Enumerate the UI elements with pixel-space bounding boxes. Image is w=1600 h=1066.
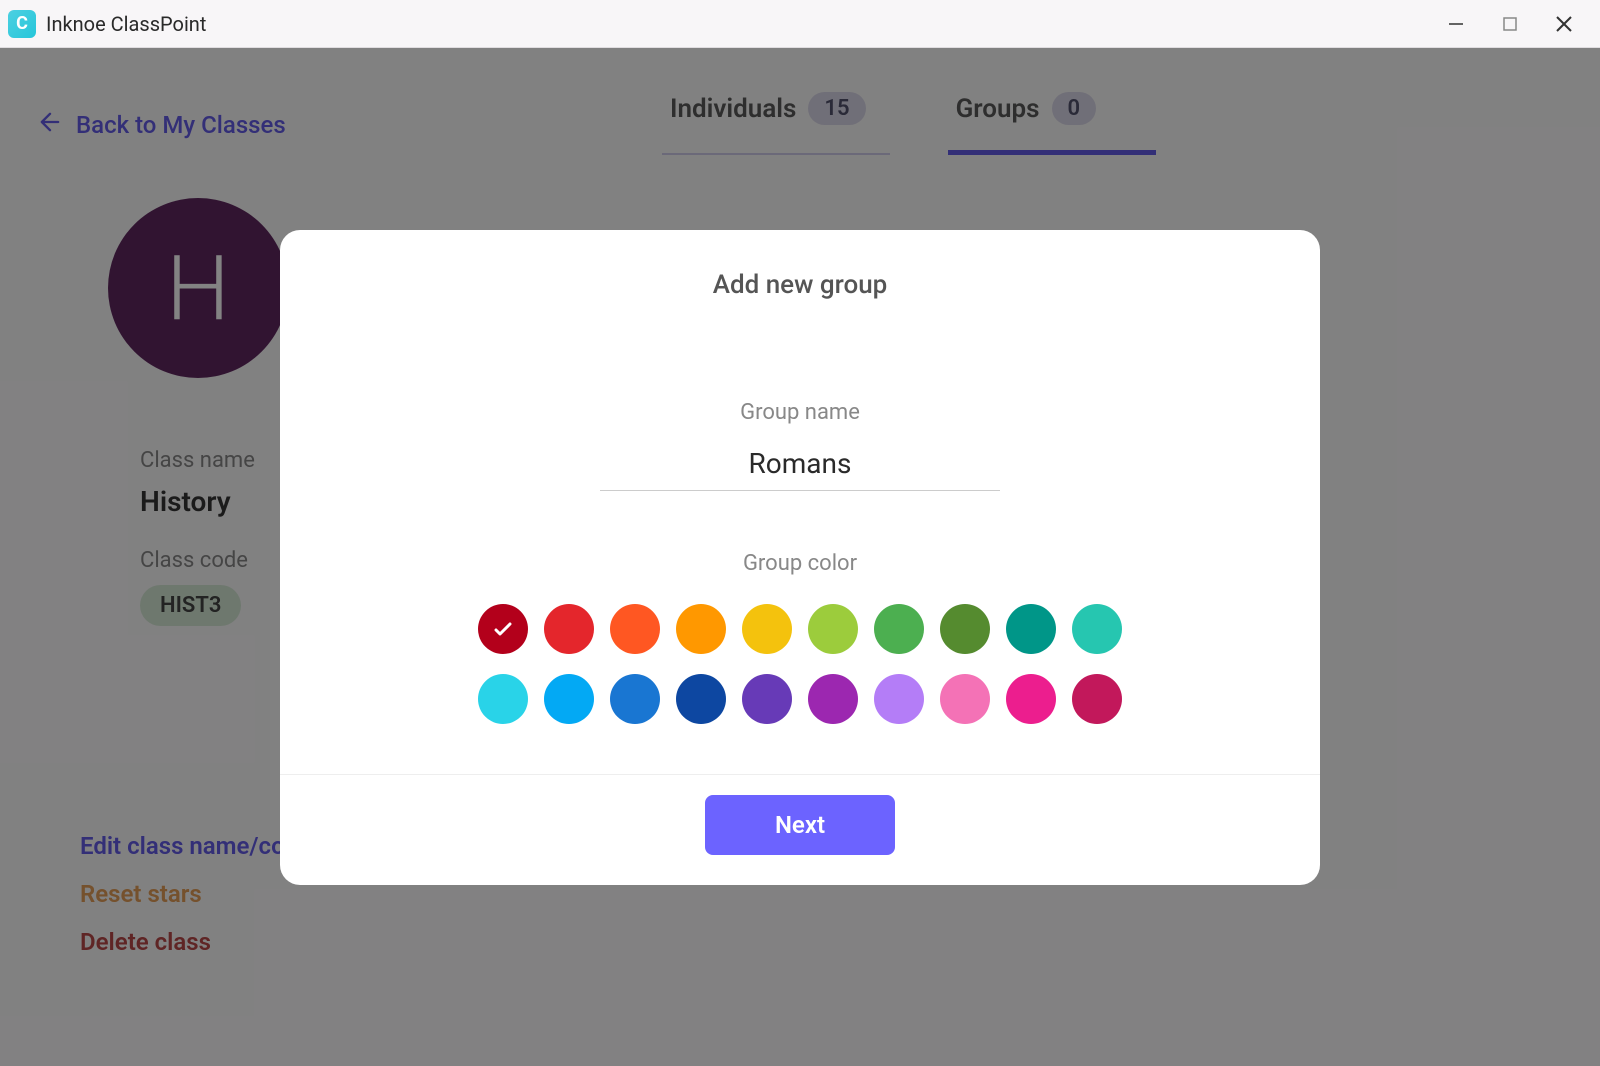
next-button[interactable]: Next (705, 795, 895, 855)
maximize-button[interactable] (1498, 12, 1522, 36)
main-content: Back to My Classes H Class name History … (0, 48, 1600, 1066)
color-swatch[interactable] (1072, 604, 1122, 654)
color-swatch[interactable] (940, 674, 990, 724)
minimize-button[interactable] (1444, 12, 1468, 36)
modal-overlay[interactable]: Add new group Group name Group color Nex… (0, 48, 1600, 1066)
color-swatch[interactable] (676, 674, 726, 724)
color-swatch[interactable] (742, 604, 792, 654)
app-icon: C (8, 10, 36, 38)
color-swatch[interactable] (478, 604, 528, 654)
window-controls (1444, 12, 1592, 36)
color-swatch[interactable] (676, 604, 726, 654)
color-swatch[interactable] (610, 674, 660, 724)
color-swatch[interactable] (544, 674, 594, 724)
colors-row-2 (478, 674, 1122, 724)
colors-row-1 (478, 604, 1122, 654)
color-swatch[interactable] (874, 604, 924, 654)
modal-title: Add new group (713, 270, 888, 300)
color-swatch[interactable] (544, 604, 594, 654)
color-swatch[interactable] (610, 604, 660, 654)
color-swatch[interactable] (742, 674, 792, 724)
group-color-label: Group color (743, 551, 857, 576)
color-swatch[interactable] (1006, 674, 1056, 724)
color-swatch[interactable] (478, 674, 528, 724)
group-name-label: Group name (740, 400, 860, 425)
check-icon (491, 617, 515, 641)
color-swatch[interactable] (808, 604, 858, 654)
modal-footer: Next (280, 774, 1320, 855)
titlebar: C Inknoe ClassPoint (0, 0, 1600, 48)
color-picker (478, 604, 1122, 724)
group-name-input[interactable] (600, 441, 1000, 491)
color-swatch[interactable] (1072, 674, 1122, 724)
color-swatch[interactable] (940, 604, 990, 654)
color-swatch[interactable] (808, 674, 858, 724)
app-title: Inknoe ClassPoint (46, 12, 206, 36)
titlebar-left: C Inknoe ClassPoint (8, 10, 206, 38)
add-group-modal: Add new group Group name Group color Nex… (280, 230, 1320, 885)
color-swatch[interactable] (874, 674, 924, 724)
close-button[interactable] (1552, 12, 1576, 36)
color-swatch[interactable] (1006, 604, 1056, 654)
